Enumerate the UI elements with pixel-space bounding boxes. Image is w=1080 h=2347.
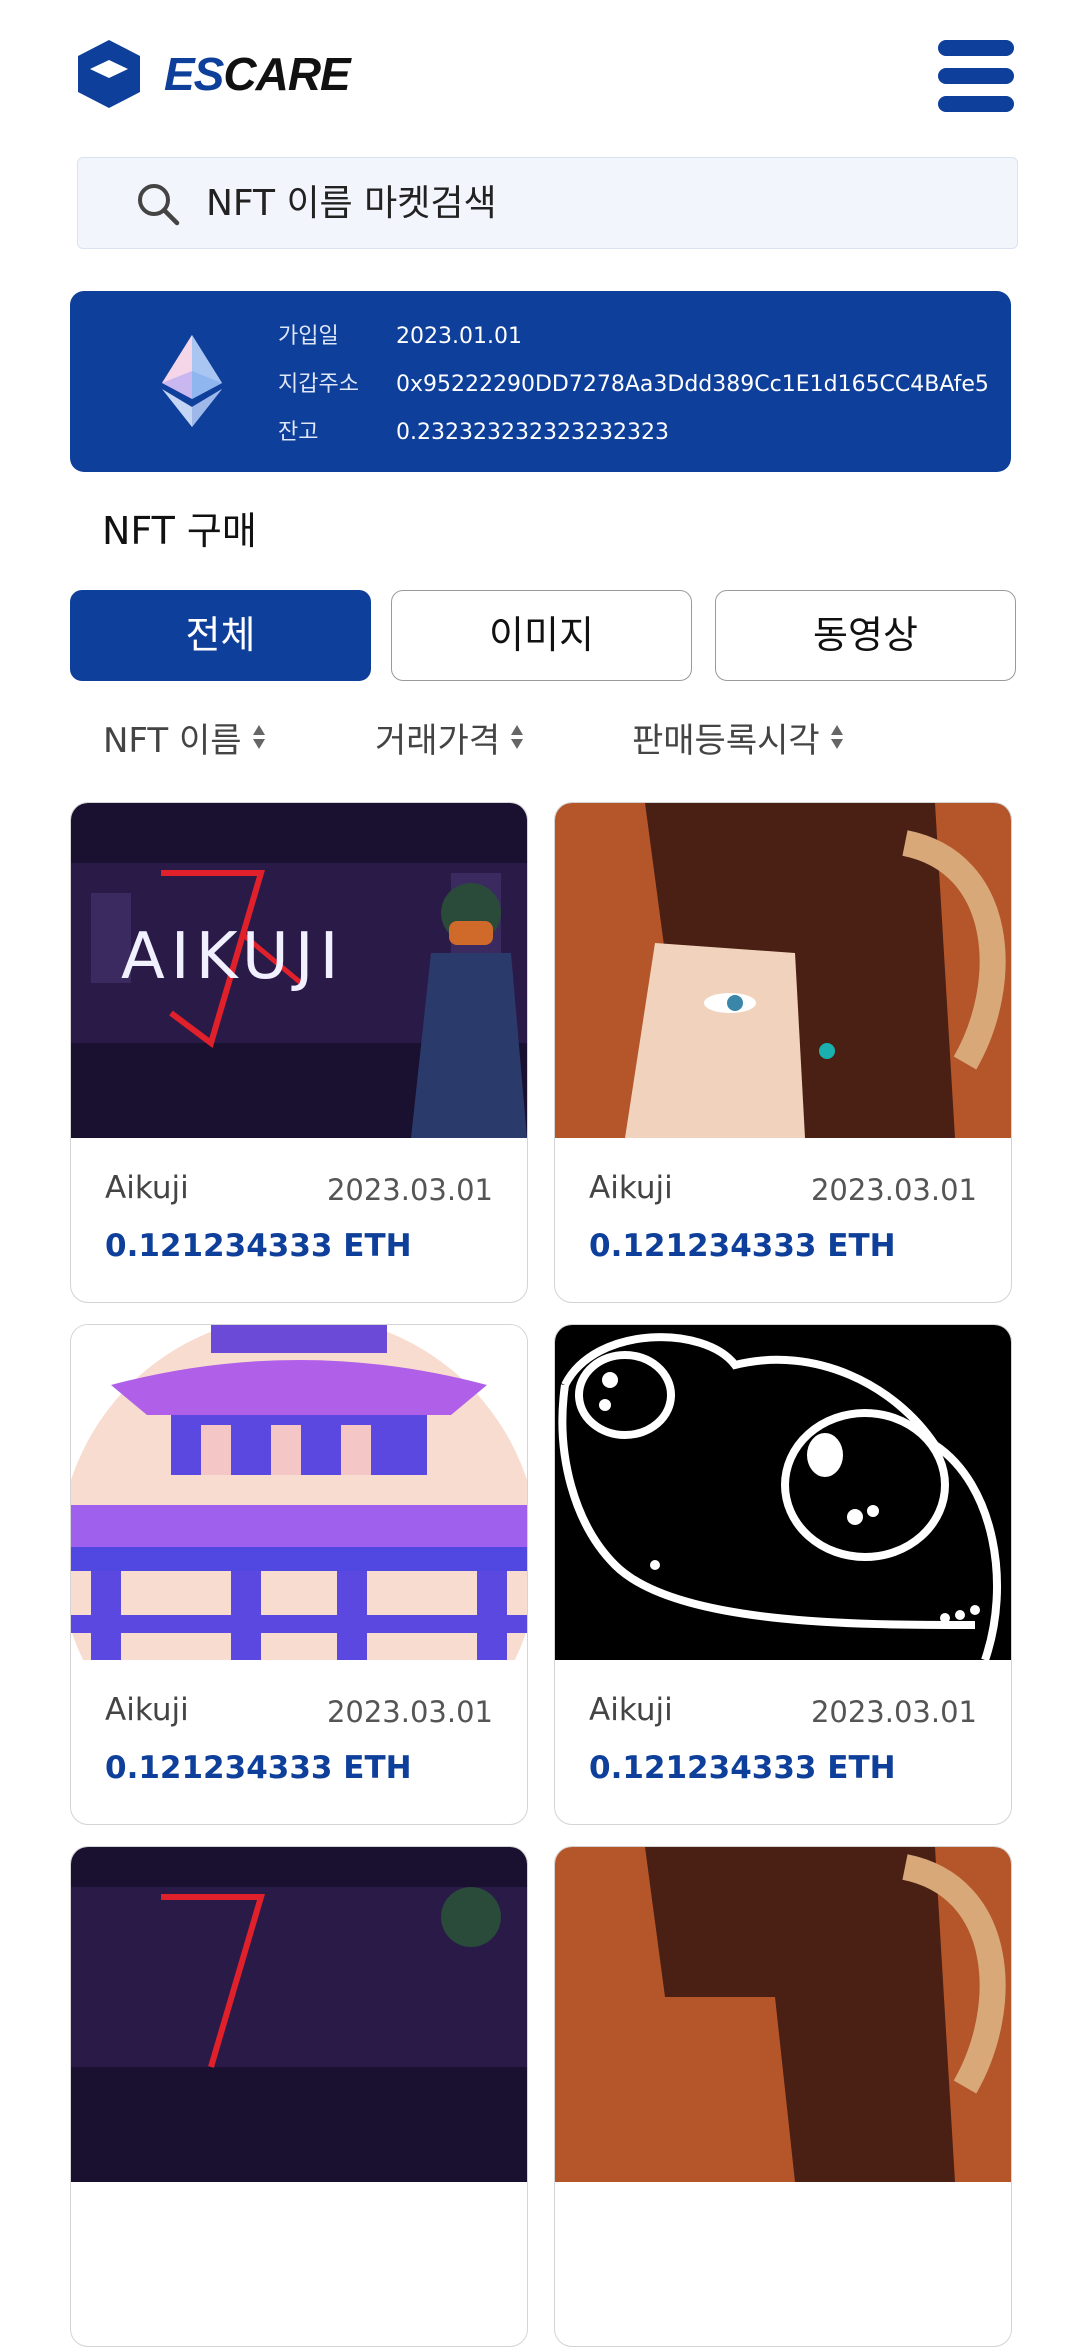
sort-time-label: 판매등록시각 — [632, 720, 820, 761]
nft-date: 2023.03.01 — [810, 1695, 977, 1729]
wallet-address-label: 지갑주소 — [278, 372, 359, 397]
logo-wordmark: ESCARE — [164, 47, 351, 101]
logo-mark-icon — [78, 40, 140, 108]
nft-price: 0.121234333 ETH — [105, 1750, 412, 1786]
sort-name-label: NFT 이름 — [103, 720, 242, 761]
nft-card[interactable] — [70, 1846, 528, 2347]
portrait-artwork — [555, 803, 1011, 1138]
nft-date: 2023.03.01 — [326, 1695, 493, 1729]
nft-name: Aikuji — [105, 1170, 189, 1206]
logo-care: CARE — [223, 48, 350, 100]
join-date-label: 가입일 — [278, 324, 339, 349]
balance-label: 잔고 — [278, 420, 319, 445]
nft-date: 2023.03.01 — [326, 1173, 493, 1207]
nft-card[interactable]: Aikuji 2023.03.01 0.121234333 ETH — [554, 802, 1012, 1303]
aikuji-artwork-text: AIKUJI — [121, 920, 345, 994]
sort-arrows-icon — [511, 725, 524, 749]
nft-name: Aikuji — [589, 1170, 673, 1206]
sort-by-price[interactable]: 거래가격 — [375, 712, 524, 762]
tab-all[interactable]: 전체 — [70, 590, 371, 681]
balance-value: 0.232323232323232323 — [396, 420, 669, 445]
tab-video[interactable]: 동영상 — [715, 590, 1016, 681]
nft-card[interactable] — [554, 1846, 1012, 2347]
aikuji-artwork — [71, 1847, 527, 2182]
sort-by-registered-time[interactable]: 판매등록시각 — [632, 712, 844, 762]
sort-arrows-icon — [252, 725, 265, 749]
sort-by-name[interactable]: NFT 이름 — [103, 712, 266, 762]
section-title: NFT 구매 — [102, 509, 257, 553]
join-date-value: 2023.01.01 — [396, 324, 522, 349]
app-header: ESCARE — [0, 0, 1080, 150]
pagoda-artwork — [71, 1325, 527, 1660]
wallet-info-card: 가입일 2023.01.01 지갑주소 0x95222290DD7278Aa3D… — [70, 291, 1011, 472]
portrait-artwork — [555, 1847, 1011, 2182]
aikuji-artwork: AIKUJI — [71, 803, 527, 1138]
nft-card[interactable]: Aikuji 2023.03.01 0.121234333 ETH — [554, 1324, 1012, 1825]
nft-price: 0.121234333 ETH — [589, 1228, 896, 1264]
nft-price: 0.121234333 ETH — [589, 1750, 896, 1786]
nft-card[interactable]: Aikuji 2023.03.01 0.121234333 ETH — [70, 1324, 528, 1825]
hamburger-menu-icon[interactable] — [938, 40, 1014, 112]
escare-logo[interactable]: ESCARE — [76, 38, 351, 110]
search-bar[interactable]: NFT 이름 마켓검색 — [77, 157, 1018, 249]
wallet-address-value: 0x95222290DD7278Aa3Ddd389Cc1E1d165CC4BAf… — [396, 372, 989, 397]
ethereum-icon — [162, 335, 222, 427]
logo-es: ES — [164, 48, 224, 100]
nft-date: 2023.03.01 — [810, 1173, 977, 1207]
search-input[interactable]: NFT 이름 마켓검색 — [206, 158, 497, 250]
nft-name: Aikuji — [105, 1692, 189, 1728]
sort-price-label: 거래가격 — [375, 720, 501, 761]
frog-artwork — [555, 1325, 1011, 1660]
sort-arrows-icon — [830, 725, 843, 749]
nft-card[interactable]: AIKUJI Aikuji 2023.03.01 0.121234333 ETH — [70, 802, 528, 1303]
tab-image[interactable]: 이미지 — [391, 590, 692, 681]
nft-name: Aikuji — [589, 1692, 673, 1728]
nft-price: 0.121234333 ETH — [105, 1228, 412, 1264]
search-icon — [138, 184, 180, 226]
